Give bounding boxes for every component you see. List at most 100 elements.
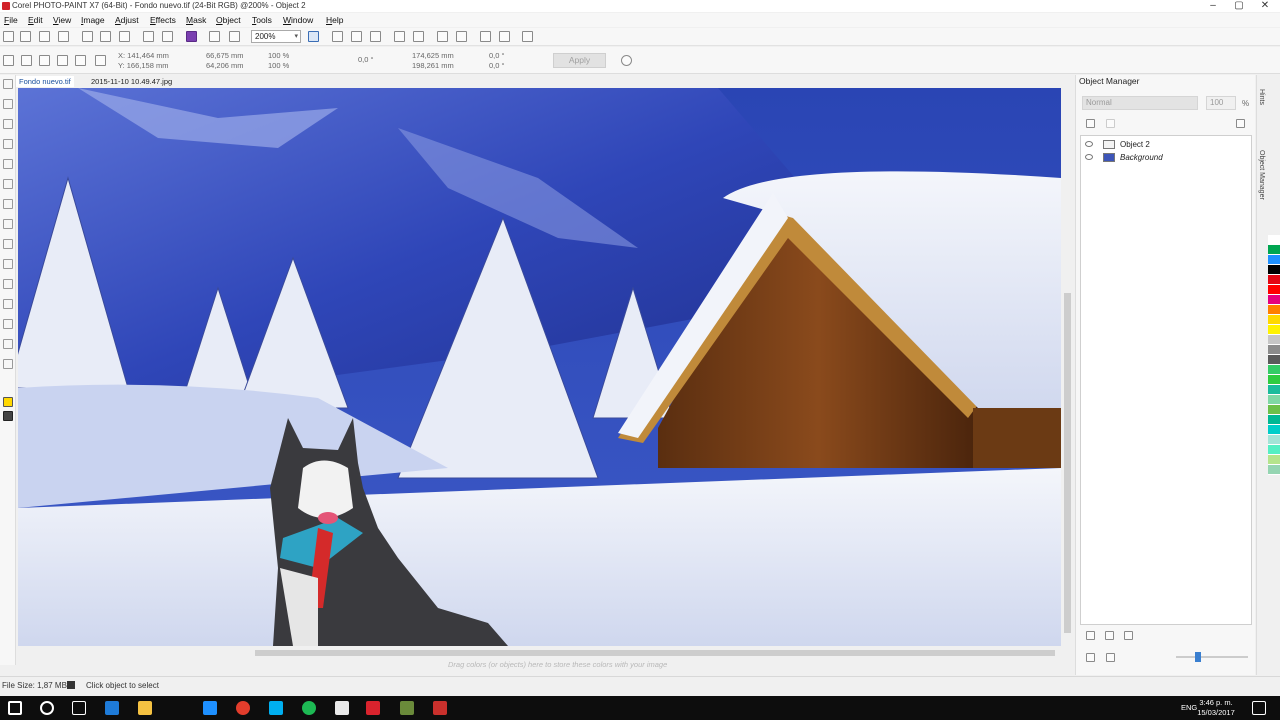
photos-icon[interactable] bbox=[335, 701, 349, 715]
palette-swatch[interactable] bbox=[1268, 265, 1280, 275]
clone-tool-icon[interactable] bbox=[3, 319, 13, 329]
zoom-tool-icon[interactable] bbox=[3, 159, 13, 169]
save-icon[interactable] bbox=[39, 31, 50, 42]
menu-object[interactable]: Object bbox=[216, 15, 241, 25]
move-icon[interactable] bbox=[1086, 653, 1095, 662]
palette-swatch[interactable] bbox=[1268, 315, 1280, 325]
menu-window[interactable]: Window bbox=[283, 15, 313, 25]
scale-height-field[interactable]: 100 % bbox=[268, 61, 289, 70]
fill-tool-icon[interactable] bbox=[3, 359, 13, 369]
rulers-icon[interactable] bbox=[332, 31, 343, 42]
palette-swatch[interactable] bbox=[1268, 405, 1280, 415]
clipboard-icon[interactable] bbox=[480, 31, 491, 42]
menu-tools[interactable]: Tools bbox=[252, 15, 272, 25]
zoom-level-select[interactable]: 200% ▾ bbox=[251, 30, 301, 43]
redo-icon[interactable] bbox=[162, 31, 173, 42]
copy-icon[interactable] bbox=[100, 31, 111, 42]
export-icon[interactable] bbox=[229, 31, 240, 42]
center-x-field[interactable]: 174,625 mm bbox=[412, 51, 454, 60]
palette-swatch[interactable] bbox=[1268, 335, 1280, 345]
menu-file[interactable]: File bbox=[4, 15, 18, 25]
menu-view[interactable]: View bbox=[53, 15, 71, 25]
perspective-mode-icon[interactable] bbox=[95, 55, 106, 66]
layer-row-background[interactable]: Background bbox=[1081, 151, 1251, 164]
eye-icon[interactable] bbox=[1085, 141, 1093, 147]
lock-icon[interactable] bbox=[1086, 119, 1095, 128]
palette-swatch[interactable] bbox=[1268, 355, 1280, 365]
palette-swatch[interactable] bbox=[1268, 415, 1280, 425]
scroll-thumb[interactable] bbox=[1064, 293, 1071, 633]
tab-fondo-nuevo[interactable]: Fondo nuevo.tif bbox=[16, 76, 74, 87]
new-lens-icon[interactable] bbox=[1105, 631, 1114, 640]
eraser-tool-icon[interactable] bbox=[3, 219, 13, 229]
print-icon[interactable] bbox=[58, 31, 69, 42]
search-icon[interactable] bbox=[40, 701, 54, 715]
menu-edit[interactable]: Edit bbox=[28, 15, 43, 25]
maximize-button[interactable]: ▢ bbox=[1226, 0, 1252, 12]
foreground-color-swatch[interactable] bbox=[3, 397, 13, 407]
menu-help[interactable]: Help bbox=[326, 15, 343, 25]
edge-icon[interactable] bbox=[105, 701, 119, 715]
paste-icon[interactable] bbox=[119, 31, 130, 42]
width-field[interactable]: 66,675 mm bbox=[206, 51, 244, 60]
mask-marquee-icon[interactable] bbox=[394, 31, 405, 42]
merge-mode-select[interactable]: Normal bbox=[1082, 96, 1198, 110]
corel-connect-icon[interactable] bbox=[186, 31, 197, 42]
chrome-icon[interactable] bbox=[236, 701, 250, 715]
rectangle-tool-icon[interactable] bbox=[3, 259, 13, 269]
palette-swatch[interactable] bbox=[1268, 235, 1280, 245]
palette-swatch[interactable] bbox=[1268, 385, 1280, 395]
menu-mask[interactable]: Mask bbox=[186, 15, 206, 25]
palette-swatch[interactable] bbox=[1268, 275, 1280, 285]
palette-swatch[interactable] bbox=[1268, 425, 1280, 435]
menu-effects[interactable]: Effects bbox=[150, 15, 176, 25]
effect-tool-icon[interactable] bbox=[3, 299, 13, 309]
palette-swatch[interactable] bbox=[1268, 455, 1280, 465]
pick-tool-icon[interactable] bbox=[3, 55, 14, 66]
palette-swatch[interactable] bbox=[1268, 465, 1280, 475]
color-palette[interactable] bbox=[1268, 235, 1280, 675]
palette-swatch[interactable] bbox=[1268, 345, 1280, 355]
scale-width-field[interactable]: 100 % bbox=[268, 51, 289, 60]
zoom-fit-icon[interactable] bbox=[308, 31, 319, 42]
horizontal-scrollbar[interactable] bbox=[18, 646, 1061, 659]
position-y-field[interactable]: Y: 166,158 mm bbox=[118, 61, 168, 70]
grid-icon[interactable] bbox=[351, 31, 362, 42]
opacity-field[interactable]: 100 bbox=[1206, 96, 1236, 110]
minimize-button[interactable]: – bbox=[1200, 0, 1226, 12]
skew-horizontal-field[interactable]: 0,0 ° bbox=[489, 51, 505, 60]
vertical-scrollbar[interactable] bbox=[1061, 88, 1073, 646]
rotation-field[interactable]: 0,0 ° bbox=[358, 55, 374, 64]
tab-object-manager[interactable]: Object Manager bbox=[1258, 150, 1265, 200]
palette-swatch[interactable] bbox=[1268, 445, 1280, 455]
skew-mode-icon[interactable] bbox=[57, 55, 68, 66]
launcher-icon[interactable] bbox=[522, 31, 533, 42]
windows-start-icon[interactable] bbox=[8, 701, 22, 715]
options-icon[interactable] bbox=[1236, 119, 1245, 128]
palette-swatch[interactable] bbox=[1268, 255, 1280, 265]
palette-swatch[interactable] bbox=[1268, 325, 1280, 335]
rotate-mode-icon[interactable] bbox=[21, 55, 32, 66]
apply-button[interactable]: Apply bbox=[553, 53, 606, 68]
crop-tool-icon[interactable] bbox=[3, 139, 13, 149]
corel-draw-icon[interactable] bbox=[400, 701, 414, 715]
corel-photo-paint-icon[interactable] bbox=[366, 701, 380, 715]
file-explorer-icon[interactable] bbox=[138, 701, 152, 715]
eye-icon[interactable] bbox=[1085, 154, 1093, 160]
internet-explorer-icon[interactable] bbox=[203, 701, 217, 715]
pick-tool-icon[interactable] bbox=[3, 79, 13, 89]
scale-mode-icon[interactable] bbox=[39, 55, 50, 66]
center-y-field[interactable]: 198,261 mm bbox=[412, 61, 454, 70]
palette-swatch[interactable] bbox=[1268, 395, 1280, 405]
color-tray[interactable]: Drag colors (or objects) here to store t… bbox=[18, 659, 1073, 671]
close-button[interactable]: ✕ bbox=[1252, 0, 1278, 12]
corel-capture-icon[interactable] bbox=[433, 701, 447, 715]
distort-mode-icon[interactable] bbox=[75, 55, 86, 66]
undo-icon[interactable] bbox=[143, 31, 154, 42]
red-eye-tool-icon[interactable] bbox=[3, 199, 13, 209]
open-icon[interactable] bbox=[20, 31, 31, 42]
skew-vertical-field[interactable]: 0,0 ° bbox=[489, 61, 505, 70]
cut-icon[interactable] bbox=[82, 31, 93, 42]
palette-swatch[interactable] bbox=[1268, 305, 1280, 315]
add-icon[interactable] bbox=[621, 55, 632, 66]
